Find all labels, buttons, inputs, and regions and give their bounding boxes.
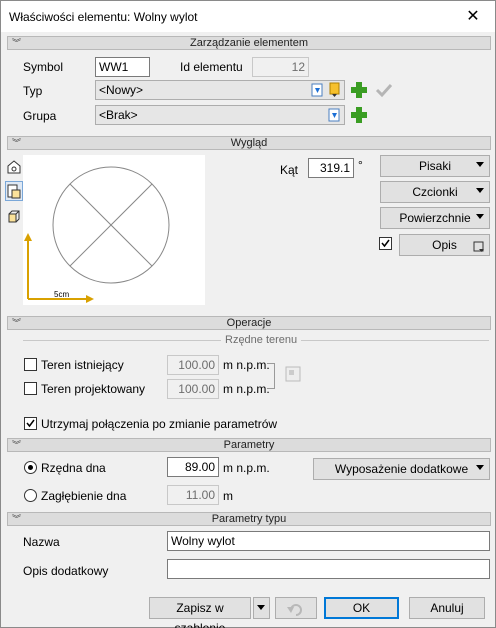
symbol-label: Symbol: [23, 60, 64, 74]
collapse-chevron-icon: ︾: [12, 318, 22, 328]
view-home-icon[interactable]: [5, 157, 23, 177]
teren-projektowany-label: Teren projektowany: [41, 382, 146, 396]
rzedna-dna-label: Rzędna dna: [41, 461, 106, 475]
close-icon[interactable]: ✕: [451, 1, 495, 32]
dropdown-arrow-icon: [476, 465, 484, 470]
section-title: Parametry: [223, 439, 275, 451]
zaglebienie-input: 11.00: [167, 485, 219, 505]
czcionki-button[interactable]: Czcionki: [380, 181, 490, 203]
unit-label: m n.p.m.: [223, 382, 270, 396]
powierzchnie-button[interactable]: Powierzchnie: [380, 207, 490, 229]
dropdown-arrow-icon: [476, 188, 484, 193]
typ-label: Typ: [23, 84, 43, 98]
section-title: Operacje: [226, 317, 272, 329]
symbol-input[interactable]: WW1: [95, 57, 150, 77]
utrzymaj-checkbox[interactable]: [24, 417, 37, 430]
confirm-check-icon: [375, 81, 393, 99]
view-page-icon[interactable]: [5, 181, 23, 201]
opis-dodatkowy-label: Opis dodatkowy: [23, 564, 109, 578]
opis-checkbox[interactable]: [379, 237, 392, 250]
wyposazenie-label: Wyposażenie dodatkowe: [334, 462, 469, 476]
scale-label: 5cm: [54, 290, 70, 299]
typ-select[interactable]: <Nowy>: [95, 80, 345, 100]
add-typ-icon[interactable]: [350, 81, 368, 99]
opis-label: Opis: [432, 238, 457, 252]
dropdown-arrow-icon: [476, 162, 484, 167]
title-bar: Właściwości elementu: Wolny wylot ✕: [1, 1, 495, 32]
dropdown-arrow-icon: [476, 214, 484, 219]
zapisz-szablon-button[interactable]: Zapisz w szablonie: [149, 597, 251, 628]
section-parametry[interactable]: ︾ Parametry: [7, 438, 491, 452]
teren-istniejacy-checkbox[interactable]: [24, 358, 37, 371]
zapisz-dropdown-button[interactable]: [253, 597, 270, 619]
anuluj-button[interactable]: Anuluj: [409, 597, 485, 619]
teren-istniejacy-input: 100.00: [167, 355, 219, 375]
dropdown-arrow-icon: [257, 605, 265, 610]
zaglebienie-label: Zagłębienie dna: [41, 489, 127, 503]
teren-projektowany-checkbox[interactable]: [24, 382, 37, 395]
section-title: Zarządzanie elementem: [189, 37, 308, 49]
powierzchnie-label: Powierzchnie: [399, 211, 471, 225]
section-parametry-typu[interactable]: ︾ Parametry typu: [7, 512, 491, 526]
section-title: Parametry typu: [211, 513, 287, 525]
rzedne-terenu-label: Rzędne terenu: [221, 334, 302, 346]
external-edit-icon: [473, 239, 485, 252]
collapse-chevron-icon: ︾: [12, 440, 22, 450]
nazwa-input[interactable]: Wolny wylot: [167, 531, 490, 551]
collapse-chevron-icon: ︾: [12, 514, 22, 524]
zaglebienie-unit: m: [223, 489, 233, 503]
link-bracket: [267, 363, 275, 389]
grupa-select[interactable]: <Brak>: [95, 105, 345, 125]
tag-icon[interactable]: [328, 82, 341, 98]
window-title: Właściwości elementu: Wolny wylot: [9, 10, 198, 24]
unit-label: m n.p.m.: [223, 358, 270, 372]
grupa-label: Grupa: [23, 109, 57, 123]
grupa-value: <Brak>: [99, 108, 138, 122]
utrzymaj-label: Utrzymaj połączenia po zmianie parametró…: [41, 417, 278, 431]
section-wyglad[interactable]: ︾ Wygląd: [7, 136, 491, 150]
zaglebienie-radio[interactable]: [24, 489, 37, 502]
opis-dodatkowy-input[interactable]: [167, 559, 490, 579]
ok-button[interactable]: OK: [324, 597, 399, 619]
properties-dialog: Właściwości elementu: Wolny wylot ✕ ︾ Za…: [0, 0, 496, 628]
collapse-chevron-icon: ︾: [12, 138, 22, 148]
nazwa-label: Nazwa: [23, 535, 60, 549]
pisaki-label: Pisaki: [418, 159, 451, 173]
undo-button: [275, 597, 317, 619]
section-zarzadzanie[interactable]: ︾ Zarządzanie elementem: [7, 36, 491, 50]
edit-icon[interactable]: [328, 107, 341, 123]
rzedna-dna-radio[interactable]: [24, 461, 37, 474]
id-label: Id elementu: [180, 60, 243, 74]
teren-projektowany-input: 100.00: [167, 379, 219, 399]
rzedna-dna-input[interactable]: 89.00: [167, 457, 219, 477]
wyposazenie-button[interactable]: Wyposażenie dodatkowe: [313, 458, 490, 480]
section-title: Wygląd: [230, 137, 268, 149]
collapse-chevron-icon: ︾: [12, 38, 22, 48]
czcionki-label: Czcionki: [412, 185, 458, 199]
kat-input[interactable]: 319.1: [308, 158, 354, 178]
copy-icon: [285, 366, 301, 382]
kat-unit: °: [358, 158, 363, 172]
section-operacje[interactable]: ︾ Operacje: [7, 316, 491, 330]
kat-label: Kąt: [280, 163, 299, 177]
typ-value: <Nowy>: [99, 83, 144, 97]
teren-istniejacy-label: Teren istniejący: [41, 358, 124, 372]
add-grupa-icon[interactable]: [350, 106, 368, 124]
rzedna-unit: m n.p.m.: [223, 461, 270, 475]
edit-icon[interactable]: [311, 82, 324, 98]
id-input: 12: [252, 57, 309, 77]
view-3d-icon[interactable]: [5, 206, 23, 226]
opis-button[interactable]: Opis: [399, 234, 490, 256]
pisaki-button[interactable]: Pisaki: [380, 155, 490, 177]
symbol-preview: 5cm: [23, 155, 205, 305]
